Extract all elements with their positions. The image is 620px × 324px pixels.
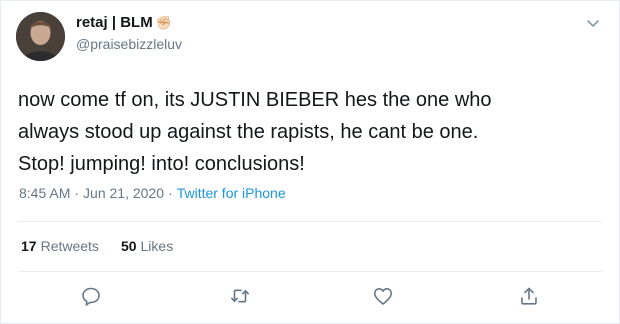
tweet-stats: 17 Retweets 50 Likes — [21, 237, 173, 255]
retweet-icon[interactable] — [229, 285, 251, 307]
divider — [18, 271, 602, 272]
display-name[interactable]: retaj | BLM — [76, 14, 153, 32]
divider — [18, 221, 602, 222]
retweets-count: 17 — [21, 238, 37, 254]
tweet-actions — [1, 285, 620, 311]
user-handle[interactable]: @praisebizzleluv — [76, 35, 182, 53]
raised-fist-icon: ✊🏻 — [155, 15, 172, 30]
tweet-time[interactable]: 8:45 AM — [19, 184, 70, 202]
tweet-text: now come tf on, its JUSTIN BIEBER hes th… — [18, 89, 492, 175]
likes-stat[interactable]: 50 Likes — [121, 237, 173, 255]
tweet-meta: 8:45 AM · Jun 21, 2020 · Twitter for iPh… — [19, 184, 286, 202]
share-icon[interactable] — [518, 285, 540, 307]
meta-separator: · — [74, 185, 80, 201]
tweet-date[interactable]: Jun 21, 2020 — [83, 184, 164, 202]
retweets-stat[interactable]: 17 Retweets — [21, 237, 99, 255]
avatar[interactable] — [16, 12, 65, 61]
meta-separator: · — [168, 185, 173, 201]
retweets-label: Retweets — [40, 238, 99, 254]
likes-label: Likes — [140, 238, 174, 254]
heart-icon[interactable] — [372, 285, 394, 307]
likes-count: 50 — [120, 238, 137, 254]
reply-icon[interactable] — [80, 285, 102, 307]
tweet-source-link[interactable]: Twitter for iPhone — [177, 184, 286, 202]
avatar-image — [16, 12, 65, 61]
chevron-down-icon[interactable] — [585, 15, 601, 31]
tweet-card: retaj | BLM ✊🏻 @praisebizzleluv now come… — [0, 0, 620, 324]
user-name-row: retaj | BLM ✊🏻 — [76, 14, 172, 32]
